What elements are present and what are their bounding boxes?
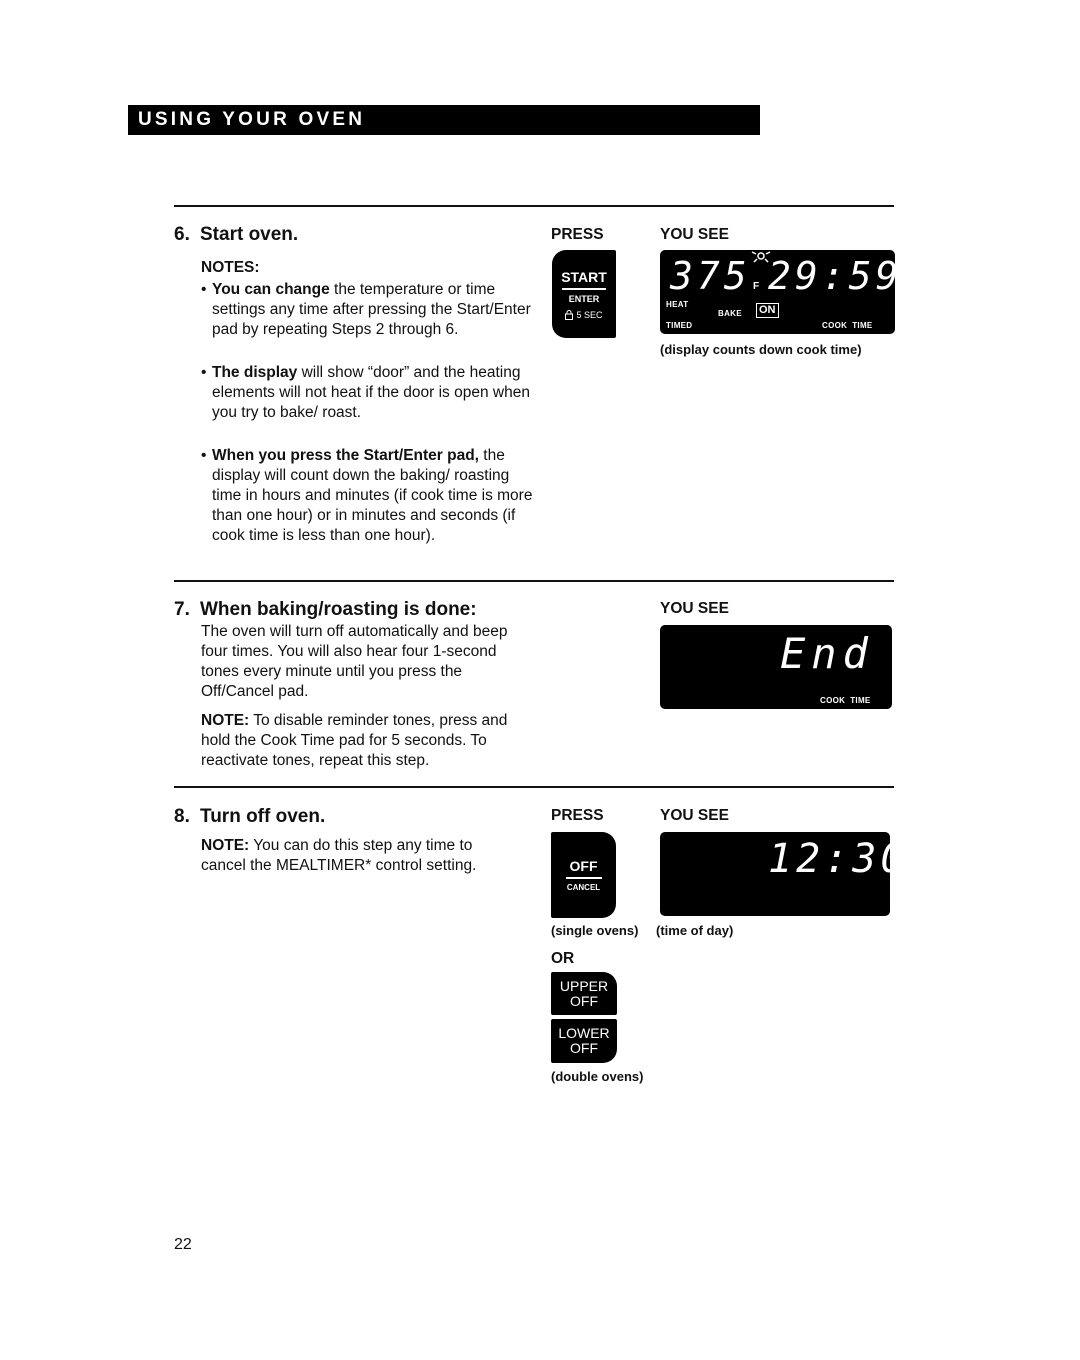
- bake-indicator: BAKE: [718, 309, 742, 318]
- bullet-icon: •: [201, 281, 207, 298]
- you-see-label: YOU SEE: [660, 226, 729, 243]
- step-title-text: Start oven.: [200, 224, 299, 245]
- page-number: 22: [174, 1236, 192, 1253]
- note-bullet: • You can change the temperature or time…: [201, 280, 531, 340]
- display-caption: (display counts down cook time): [660, 342, 862, 357]
- pad-line-1: LOWER: [558, 1025, 610, 1041]
- bullet-bold: You can change: [212, 281, 330, 298]
- oven-display: 12:30: [660, 832, 904, 916]
- heat-indicator: HEAT: [666, 300, 689, 309]
- step-8-title: 8. Turn off oven.: [174, 806, 325, 828]
- note-label: NOTE:: [201, 712, 250, 729]
- timed-indicator: TIMED: [666, 321, 693, 330]
- note-bullet: • When you press the Start/Enter pad, th…: [201, 446, 536, 546]
- single-ovens-caption: (single ovens): [551, 923, 639, 938]
- cook-time-indicator: COOK TIME: [820, 696, 871, 705]
- pad-lock-row: 5 SEC: [565, 309, 603, 320]
- bullet-icon: •: [201, 447, 207, 464]
- pad-underline: [565, 877, 602, 879]
- pad-line-2: OFF: [570, 992, 598, 1009]
- bullet-bold: When you press the Start/Enter pad,: [212, 447, 479, 464]
- on-indicator: ON: [756, 303, 779, 318]
- display-cook-time: 29:59: [768, 254, 903, 298]
- divider: [174, 205, 894, 207]
- step-7-title: 7. When baking/roasting is done:: [174, 599, 477, 621]
- lower-off-pad[interactable]: LOWER OFF: [551, 1019, 617, 1063]
- you-see-label: YOU SEE: [660, 600, 729, 617]
- press-label: PRESS: [551, 807, 604, 824]
- start-enter-pad[interactable]: START ENTER 5 SEC: [552, 250, 616, 338]
- section-banner: USING YOUR OVEN: [128, 105, 760, 135]
- pad-line-1: UPPER: [559, 977, 609, 994]
- pad-underline: [562, 287, 606, 290]
- notes-label: NOTES:: [201, 259, 260, 276]
- bullet-icon: •: [201, 364, 207, 381]
- note-bullet: • The display will show “door” and the h…: [201, 363, 531, 423]
- step-8-note: NOTE: You can do this step any time to c…: [201, 836, 501, 876]
- press-label: PRESS: [551, 226, 604, 243]
- step-7-body: The oven will turn off automatically and…: [201, 623, 508, 700]
- step-6-title: 6. Start oven.: [174, 224, 298, 246]
- step-number: 6.: [174, 224, 190, 245]
- bullet-bold: The display: [212, 364, 298, 381]
- oven-display: End COOK TIME: [660, 625, 892, 709]
- display-time-of-day: 12:30: [768, 836, 909, 882]
- lock-text: 5 SEC: [576, 309, 603, 320]
- display-temperature: 375: [670, 254, 751, 298]
- step-title-text: Turn off oven.: [200, 806, 326, 827]
- oven-display: 375 F 29:59 HEAT TIMED BAKE ON COOK TIME: [660, 245, 898, 334]
- pad-line-2: OFF: [570, 1040, 598, 1056]
- divider: [174, 786, 894, 788]
- divider: [174, 580, 894, 582]
- or-label: OR: [551, 950, 575, 967]
- pad-sub-label: ENTER: [568, 293, 600, 304]
- off-cancel-pad[interactable]: OFF CANCEL: [551, 832, 616, 918]
- cook-time-indicator: COOK TIME: [822, 321, 873, 330]
- double-ovens-caption: (double ovens): [551, 1069, 644, 1084]
- temp-unit: F: [753, 281, 760, 292]
- time-of-day-caption: (time of day): [656, 923, 734, 938]
- pad-main-label: START: [561, 268, 607, 285]
- step-number: 8.: [174, 806, 190, 827]
- step-number: 7.: [174, 599, 190, 620]
- pad-sub-label: CANCEL: [566, 883, 601, 892]
- lock-icon: [565, 310, 574, 320]
- step-7-note: NOTE: To disable reminder tones, press a…: [201, 711, 526, 771]
- step-title-text: When baking/roasting is done:: [200, 599, 477, 620]
- display-end: End: [780, 629, 874, 678]
- you-see-label: YOU SEE: [660, 807, 729, 824]
- upper-off-pad[interactable]: UPPER OFF: [551, 972, 617, 1015]
- pad-main-label: OFF: [569, 858, 598, 874]
- note-label: NOTE:: [201, 837, 250, 854]
